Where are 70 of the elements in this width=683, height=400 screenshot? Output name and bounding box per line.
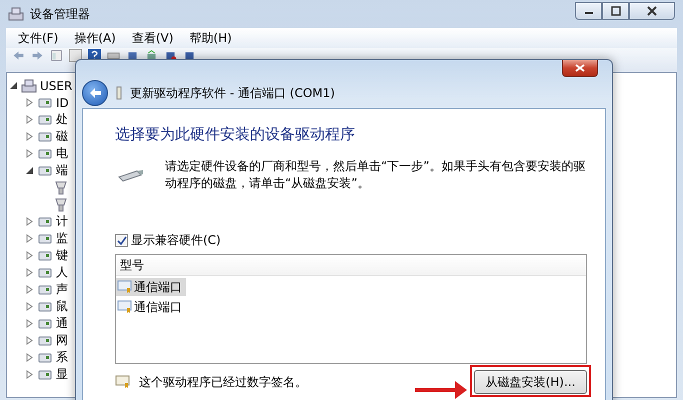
instruction-text: 请选定硬件设备的厂商和型号，然后单击“下一步”。如果手头有包含要安装的驱动程序的磁盘，请单击“从磁盘安装”。 <box>165 158 586 192</box>
tree-item[interactable]: 电 <box>56 145 68 162</box>
expand-icon[interactable] <box>25 353 34 362</box>
expand-icon[interactable] <box>25 336 34 345</box>
collapse-icon[interactable] <box>25 166 34 175</box>
window-title: 设备管理器 <box>30 6 90 22</box>
menu-item[interactable]: 文件(F) <box>10 30 66 46</box>
computer-icon <box>21 78 37 94</box>
close-icon <box>647 6 657 16</box>
menu-item[interactable]: 查看(V) <box>124 30 182 46</box>
expand-icon[interactable] <box>25 149 34 158</box>
close-button[interactable] <box>562 60 598 77</box>
expand-icon[interactable] <box>25 217 34 226</box>
collapse-icon[interactable] <box>9 81 18 90</box>
expand-icon[interactable] <box>25 115 34 124</box>
tree-item[interactable]: ID <box>56 96 69 110</box>
window-icon <box>69 49 82 62</box>
certificate-icon <box>117 279 133 295</box>
tree-item[interactable]: 监 <box>56 230 68 247</box>
maximize-button[interactable] <box>602 2 629 20</box>
app-icon <box>8 6 24 22</box>
signature-note: 这个驱动程序已经过数字签名。 <box>139 374 307 390</box>
list-item[interactable]: 通信端口 <box>116 298 186 316</box>
dialog-heading: 选择要为此硬件安装的设备驱动程序 <box>115 125 356 144</box>
tree-item[interactable]: 声 <box>56 281 68 298</box>
checkbox[interactable] <box>115 234 128 247</box>
expand-icon[interactable] <box>25 285 34 294</box>
expand-icon[interactable] <box>25 251 34 260</box>
back-button[interactable] <box>82 80 108 106</box>
check-icon <box>116 236 126 246</box>
tree-item[interactable]: 磁 <box>56 128 68 145</box>
certificate-icon <box>117 299 133 315</box>
expand-icon[interactable] <box>25 234 34 243</box>
tree-item[interactable]: 系 <box>56 349 68 366</box>
certificate-icon <box>115 374 131 390</box>
dialog-title: 更新驱动程序软件 - 通信端口 (COM1) <box>130 84 335 102</box>
expand-icon[interactable] <box>25 370 34 379</box>
tree-item[interactable]: 键 <box>56 247 68 264</box>
expand-icon[interactable] <box>25 132 34 141</box>
tree-item[interactable]: 处 <box>56 111 68 128</box>
tree-item[interactable]: 鼠 <box>56 298 68 315</box>
tree-item[interactable]: 网 <box>56 332 68 349</box>
have-disk-button[interactable]: 从磁盘安装(H)... <box>474 370 587 394</box>
tree-item[interactable]: 通 <box>56 315 68 332</box>
checkbox-label[interactable]: 显示兼容硬件(C) <box>131 232 221 249</box>
port-icon <box>53 196 69 212</box>
tree-item[interactable]: 计 <box>56 213 68 230</box>
tree-item[interactable]: USER <box>40 78 72 92</box>
port-icon <box>114 86 124 100</box>
port-icon <box>53 180 69 196</box>
tree-item[interactable]: 人 <box>56 264 68 281</box>
serial-cable-icon <box>115 167 145 183</box>
annotation-arrow <box>415 378 467 400</box>
forward-arrow-icon <box>31 49 44 62</box>
list-item[interactable]: 通信端口 <box>116 278 186 296</box>
expand-icon[interactable] <box>25 268 34 277</box>
close-icon <box>575 64 585 72</box>
close-button[interactable] <box>629 2 675 20</box>
tree-item[interactable]: 端 <box>56 162 68 179</box>
panel-icon <box>50 49 63 62</box>
back-arrow-icon <box>12 49 25 62</box>
expand-icon[interactable] <box>25 98 34 107</box>
menu-item[interactable]: 操作(A) <box>66 30 124 46</box>
expand-icon[interactable] <box>25 302 34 311</box>
menu-item[interactable]: 帮助(H) <box>181 30 240 46</box>
back-arrow-icon <box>88 86 102 100</box>
tree-item[interactable]: 显 <box>56 366 68 383</box>
minimize-button[interactable] <box>575 2 602 20</box>
expand-icon[interactable] <box>25 319 34 328</box>
maximize-icon <box>610 6 620 16</box>
